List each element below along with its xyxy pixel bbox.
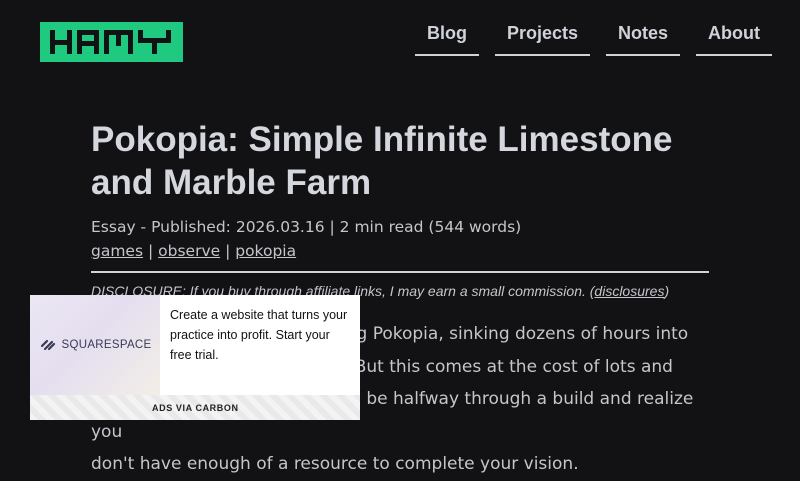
squarespace-logo-icon: [40, 339, 55, 351]
divider: [91, 271, 709, 273]
nav-notes[interactable]: Notes: [606, 18, 681, 56]
disclosure-close: ): [664, 283, 670, 299]
logo-wordmark-icon: [49, 30, 171, 54]
ad-image[interactable]: SQUARESPACE: [30, 295, 160, 395]
tag-games[interactable]: games: [91, 242, 143, 260]
nav-projects[interactable]: Projects: [494, 18, 590, 56]
carbon-ad[interactable]: SQUARESPACE Create a website that turns …: [30, 295, 360, 420]
main-nav: Blog Projects Notes About: [414, 18, 772, 56]
tag-separator: |: [220, 242, 236, 260]
nav-about[interactable]: About: [696, 18, 772, 56]
tag-list: games | observe | pokopia: [91, 242, 296, 260]
ad-brand: SQUARESPACE: [61, 339, 152, 351]
nav-blog[interactable]: Blog: [414, 18, 479, 56]
tag-pokopia[interactable]: pokopia: [235, 242, 296, 260]
ad-copy[interactable]: Create a website that turns your practic…: [170, 305, 350, 365]
paragraph-line: don't have enough of a resource to compl…: [91, 454, 579, 474]
site-logo[interactable]: HAMY: [40, 22, 183, 62]
article-meta: Essay - Published: 2026.03.16 | 2 min re…: [91, 218, 522, 236]
disclosures-link[interactable]: disclosures: [594, 283, 664, 299]
ad-footer: ADS VIA CARBON: [30, 395, 360, 420]
tag-observe[interactable]: observe: [158, 242, 220, 260]
ads-via-carbon-link[interactable]: ADS VIA CARBON: [152, 403, 239, 413]
article-title: Pokopia: Simple Infinite Limestone and M…: [91, 120, 673, 202]
tag-separator: |: [143, 242, 159, 260]
